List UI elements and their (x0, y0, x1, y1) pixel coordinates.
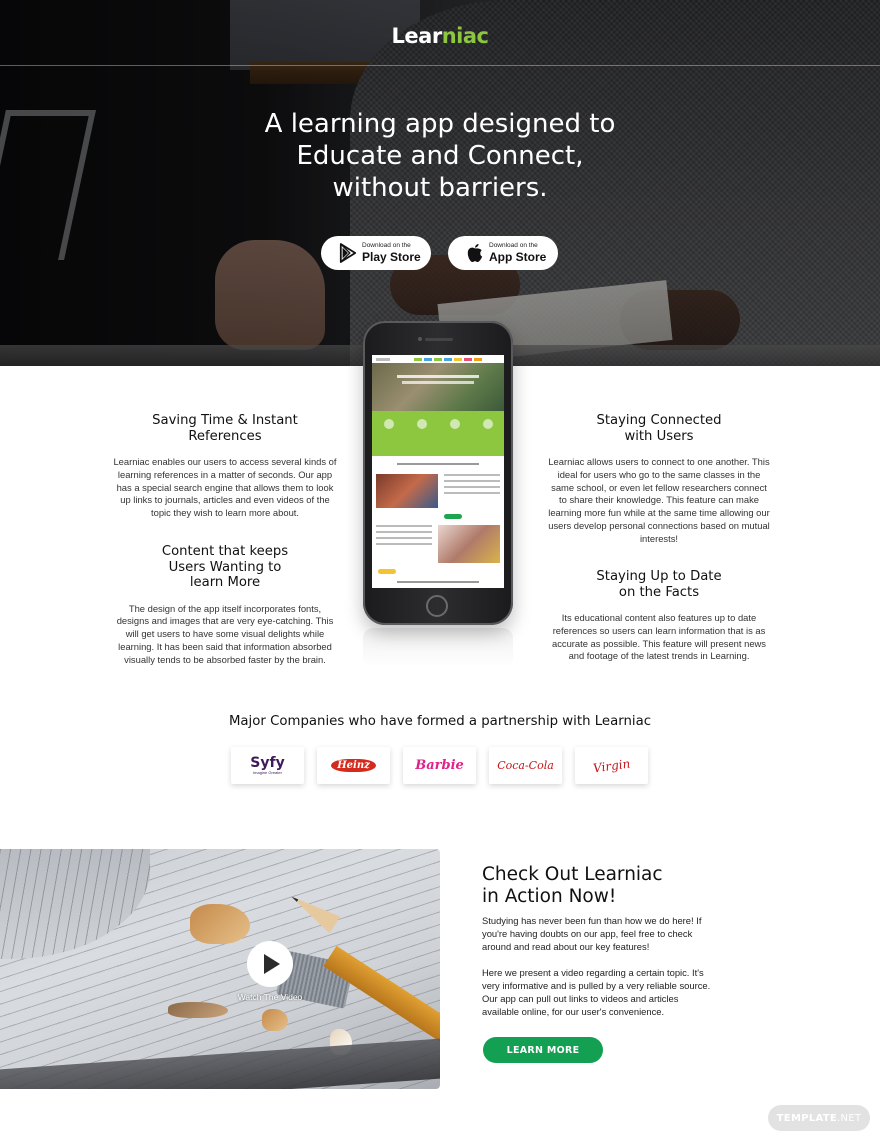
pencil-tip (286, 888, 341, 933)
play-store-small-label: Download on the (362, 242, 411, 250)
feature-title: Saving Time & Instant References (113, 413, 337, 444)
video-thumbnail[interactable] (0, 849, 440, 1089)
templatenet-watermark[interactable]: TEMPLATE .NET (768, 1105, 870, 1131)
play-store-label: Play Store (362, 249, 421, 264)
preview-green-band (372, 411, 504, 456)
feature-title-line: with Users (624, 428, 694, 444)
feature-title: Content that keeps Users Wanting to lear… (113, 544, 337, 591)
app-store-label: App Store (489, 249, 547, 264)
phone-screen-preview (372, 355, 504, 588)
feature-title-line: Users Wanting to (168, 559, 282, 575)
hero-section: Learniac A learning app designed to Educ… (0, 0, 880, 366)
feature-title: Staying Connected with Users (547, 413, 771, 444)
feature-title-line: References (188, 428, 262, 444)
preview-section-title (397, 578, 479, 588)
app-store-small-label: Download on the (489, 242, 538, 250)
app-store-button[interactable]: Download on the App Store (448, 236, 558, 270)
apple-icon (467, 244, 483, 262)
feature-up-to-date: Staying Up to Date on the Facts Its educ… (547, 569, 771, 663)
cta-title: Check Out Learniac in Action Now! (482, 864, 742, 908)
preview-section-title (397, 460, 479, 470)
feature-text: Learniac enables our users to access sev… (113, 456, 337, 519)
preview-hero-image (372, 363, 504, 411)
preview-green-button (444, 514, 462, 519)
feature-title-line: Staying Connected (596, 413, 722, 428)
pencil-shaving (190, 904, 250, 944)
preview-yellow-button (378, 569, 396, 574)
phone-reflection (363, 628, 513, 668)
hero-title-line: without barriers. (332, 173, 548, 203)
feature-title-line: Content that keeps (161, 544, 289, 559)
watermark-suffix: .NET (837, 1112, 862, 1124)
feature-saving-time: Saving Time & Instant References Learnia… (113, 413, 337, 520)
pencil-shaving (262, 1009, 288, 1031)
logo-text-white: Lear (391, 24, 443, 48)
site-logo[interactable]: Learniac (0, 24, 880, 48)
phone-home-button (426, 595, 448, 617)
header-divider (0, 65, 880, 66)
phone-camera (418, 337, 422, 341)
watch-video-label[interactable]: Watch The Video (200, 992, 340, 1002)
preview-nav (372, 355, 504, 363)
feature-title: Staying Up to Date on the Facts (547, 569, 771, 600)
notebook-cover (0, 1038, 440, 1089)
feature-staying-connected: Staying Connected with Users Learniac al… (547, 413, 771, 546)
play-store-button[interactable]: Download on the Play Store (321, 236, 431, 270)
feature-title-line: Staying Up to Date (596, 569, 722, 584)
partner-logo-virgin[interactable]: Virgin (575, 747, 648, 784)
syfy-logo-text: Syfy (250, 754, 285, 771)
partner-logo-barbie[interactable]: Barbie (403, 747, 476, 784)
feature-text: Learniac allows users to connect to one … (548, 456, 770, 544)
cta-paragraph: Here we present a video regarding a cert… (482, 967, 711, 1017)
play-video-button[interactable] (247, 941, 293, 987)
coca-cola-logo-text: Coca-Cola (497, 759, 554, 772)
feature-text: The design of the app itself incorporate… (116, 602, 334, 665)
notebook-page-curl (0, 849, 150, 959)
virgin-logo-text: Virgin (592, 755, 631, 776)
heinz-logo-text: Heinz (331, 759, 376, 772)
partner-logo-syfy[interactable]: Syfy Imagine Greater (231, 747, 304, 784)
partner-logo-heinz[interactable]: Heinz (317, 747, 390, 784)
feature-title-line: on the Facts (618, 584, 700, 600)
pencil-shaving (168, 1002, 228, 1018)
hero-title: A learning app designed to Educate and C… (0, 108, 880, 204)
preview-row (372, 474, 504, 508)
phone-speaker (425, 338, 453, 341)
barbie-logo-text: Barbie (415, 758, 464, 773)
cta-title-line: in Action Now! (482, 886, 617, 907)
learn-more-button[interactable]: LEARN MORE (483, 1037, 603, 1063)
play-icon (264, 954, 280, 974)
partner-logo-coca-cola[interactable]: Coca-Cola (489, 747, 562, 784)
partners-title: Major Companies who have formed a partne… (228, 714, 652, 729)
feature-engaging-content: Content that keeps Users Wanting to lear… (113, 544, 337, 666)
syfy-logo-tagline: Imagine Greater (253, 769, 282, 775)
feature-title-line: Saving Time & Instant (152, 413, 298, 428)
hero-title-line: A learning app designed to (264, 109, 616, 139)
feature-text: Its educational content also features up… (552, 612, 766, 662)
logo-text-green: niac (441, 24, 489, 48)
feature-title-line: learn More (189, 575, 261, 590)
cta-paragraph: Studying has never been fun than how we … (482, 915, 702, 952)
preview-row (372, 525, 504, 563)
cta-title-line: Check Out Learniac (482, 864, 663, 885)
google-play-icon (339, 243, 357, 263)
hero-title-line: Educate and Connect, (296, 141, 584, 171)
phone-mockup (363, 321, 513, 625)
watermark-text: TEMPLATE (776, 1112, 838, 1124)
